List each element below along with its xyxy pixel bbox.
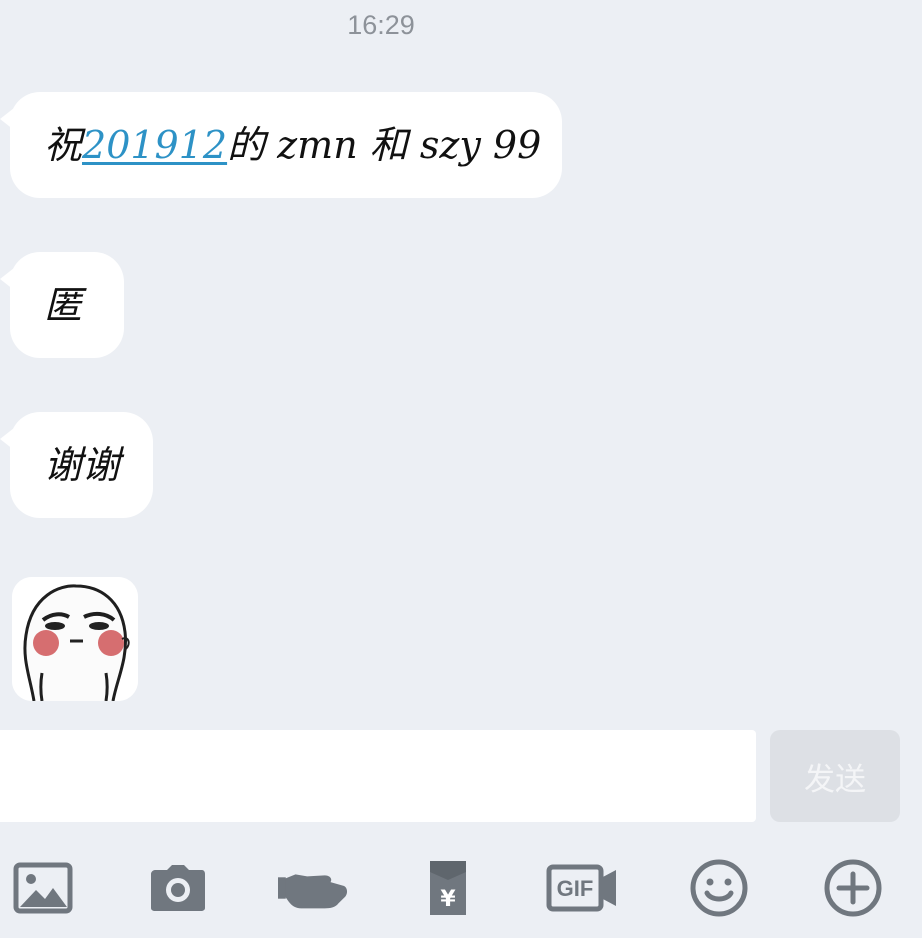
emoji-button[interactable]	[684, 845, 754, 930]
message-link[interactable]: 201912	[82, 126, 227, 164]
gif-button[interactable]: GIF	[546, 845, 620, 930]
send-button[interactable]: 发送	[770, 730, 900, 822]
plus-icon	[824, 859, 882, 916]
poke-button[interactable]	[278, 845, 348, 930]
red-packet-icon: ¥	[430, 860, 466, 915]
image-icon	[13, 862, 73, 913]
red-packet-button[interactable]: ¥	[413, 845, 483, 930]
message-text: 谢谢	[44, 443, 121, 487]
message-bubble-1[interactable]: 祝 201912 的 zmn 和 szy 99	[0, 92, 562, 198]
message-bubble-3[interactable]: 谢谢	[0, 412, 153, 518]
gif-camera-icon: GIF	[546, 864, 616, 911]
message-text: 匿	[44, 283, 83, 327]
camera-icon	[151, 864, 205, 911]
plus-button[interactable]	[818, 845, 888, 930]
message-text: 祝	[44, 123, 83, 167]
message-bubble-2[interactable]: 匿	[0, 252, 124, 358]
message-timestamp: 16:29	[347, 10, 415, 40]
sticker-message[interactable]	[12, 577, 138, 701]
message-input[interactable]	[0, 730, 756, 822]
yen-symbol: ¥	[440, 887, 456, 912]
input-toolbar: ¥ GIF	[0, 845, 922, 930]
emoji-icon	[690, 859, 748, 916]
poke-hand-icon	[278, 873, 348, 908]
image-button[interactable]	[8, 845, 78, 930]
smiling-blushing-face-sticker	[12, 577, 138, 701]
camera-button[interactable]	[143, 845, 213, 930]
message-text: 的 zmn 和 szy 99	[227, 123, 542, 167]
gif-label: GIF	[557, 876, 594, 901]
